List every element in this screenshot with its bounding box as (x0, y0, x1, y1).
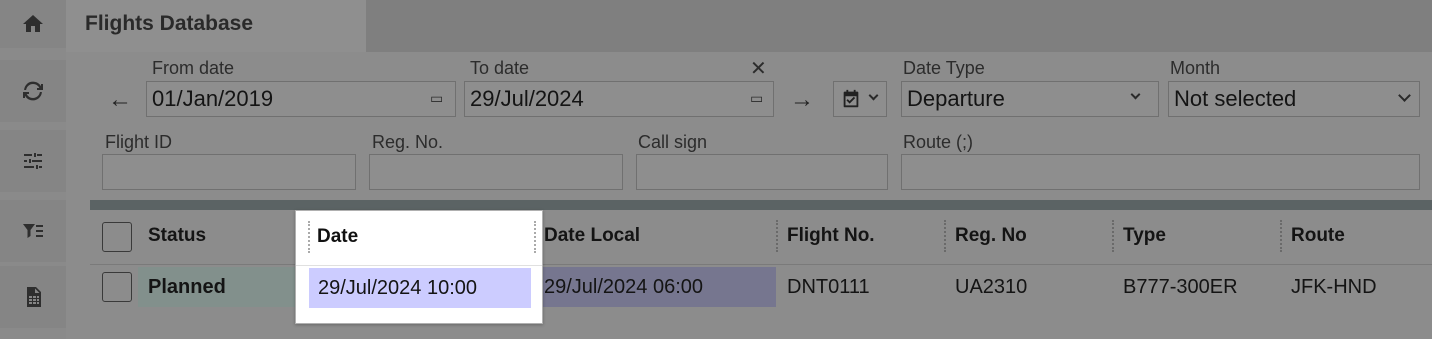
date-type-value: Departure (907, 86, 1005, 111)
filter-button[interactable] (0, 200, 66, 262)
row-checkbox[interactable] (102, 272, 132, 302)
calendar-check-dropdown[interactable] (833, 81, 887, 117)
clear-icon[interactable]: ✕ (750, 56, 767, 81)
from-date-label: From date (152, 58, 235, 78)
calendar-icon[interactable]: ▭ (750, 90, 763, 107)
export-button[interactable] (0, 266, 66, 328)
filter-list-icon (23, 224, 43, 238)
call-sign-label: Call sign (638, 132, 708, 152)
column-separator[interactable] (944, 220, 946, 252)
date-type-select[interactable]: Departure (901, 81, 1159, 117)
flights-table: Status Date Local Flight No. Reg. No Typ… (90, 210, 1432, 339)
column-separator[interactable] (1112, 220, 1114, 252)
settings-button[interactable] (0, 130, 66, 192)
filter-panel: ← From date 01/Jan/2019 ▭ To date ✕ 29/J… (90, 52, 1432, 200)
calendar-icon[interactable]: ▭ (430, 90, 443, 107)
header-divider (296, 265, 542, 266)
next-arrow-icon[interactable]: → (790, 86, 814, 114)
tab-flights-database[interactable]: Flights Database (66, 0, 366, 52)
column-header-date[interactable]: Date (317, 226, 358, 248)
month-label: Month (1170, 58, 1221, 78)
status-cell[interactable]: Planned (148, 276, 226, 299)
date-local-cell[interactable]: 29/Jul/2024 06:00 (544, 276, 703, 299)
column-header-flight-no[interactable]: Flight No. (787, 225, 875, 247)
route-input[interactable] (901, 154, 1420, 190)
column-header-status[interactable]: Status (148, 225, 206, 247)
select-all-checkbox[interactable] (102, 222, 132, 252)
from-date-input[interactable]: 01/Jan/2019 (146, 81, 456, 117)
column-separator[interactable] (1280, 220, 1282, 252)
month-value: Not selected (1174, 86, 1297, 111)
tab-label: Flights Database (85, 12, 254, 35)
date-cell[interactable]: 29/Jul/2024 10:00 (309, 268, 531, 308)
date-type-label: Date Type (903, 58, 985, 78)
spreadsheet-icon (27, 287, 41, 307)
prev-arrow-icon[interactable]: ← (108, 86, 132, 114)
table-divider (90, 200, 1432, 210)
type-cell[interactable]: B777-300ER (1123, 276, 1238, 299)
to-date-label: To date (470, 58, 530, 78)
home-button[interactable] (0, 0, 66, 48)
column-separator (534, 221, 536, 253)
chevron-down-icon (868, 90, 879, 101)
from-date-value: 01/Jan/2019 (152, 86, 274, 111)
reg-no-cell[interactable]: UA2310 (955, 276, 1027, 299)
flight-id-label: Flight ID (105, 132, 173, 152)
to-date-value: 29/Jul/2024 (470, 86, 584, 111)
column-header-date-local[interactable]: Date Local (544, 225, 640, 247)
route-label: Route (;) (903, 132, 974, 152)
sliders-icon (24, 153, 42, 169)
column-separator[interactable] (776, 220, 778, 252)
flight-no-cell[interactable]: DNT0111 (787, 276, 870, 299)
refresh-icon (23, 81, 43, 101)
column-header-reg-no[interactable]: Reg. No (955, 225, 1027, 247)
month-select[interactable]: Not selected (1168, 81, 1420, 117)
left-rail (0, 0, 66, 339)
reg-no-input[interactable] (369, 154, 623, 190)
call-sign-input[interactable] (636, 154, 888, 190)
calendar-check-icon (843, 89, 859, 108)
to-date-input[interactable]: 29/Jul/2024 (464, 81, 774, 117)
reg-no-label: Reg. No. (372, 132, 444, 152)
date-column-drag-preview[interactable]: Date 29/Jul/2024 10:00 (295, 210, 543, 324)
header-divider (90, 264, 1432, 265)
route-cell[interactable]: JFK-HND (1291, 276, 1377, 299)
column-header-route[interactable]: Route (1291, 225, 1345, 247)
home-icon (23, 15, 43, 32)
column-separator (308, 221, 310, 253)
flight-id-input[interactable] (102, 154, 356, 190)
tab-bar: Flights Database (66, 0, 1432, 52)
column-header-type[interactable]: Type (1123, 225, 1166, 247)
date-cell-value: 29/Jul/2024 10:00 (318, 277, 478, 299)
refresh-button[interactable] (0, 60, 66, 122)
